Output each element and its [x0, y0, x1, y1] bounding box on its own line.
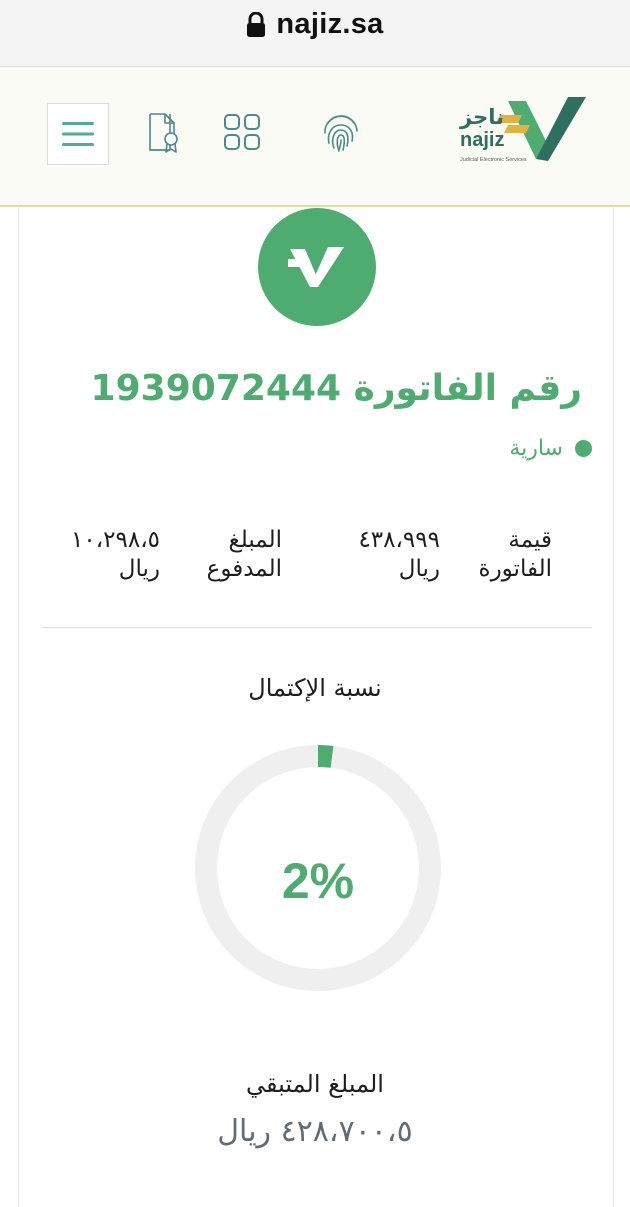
- grid-icon[interactable]: [223, 113, 261, 151]
- najiz-logo[interactable]: ناجز najiz Judicial Electronic Services: [456, 95, 592, 171]
- browser-url-bar[interactable]: najiz.sa: [0, 0, 630, 67]
- menu-button[interactable]: [47, 103, 109, 165]
- fingerprint-icon[interactable]: [322, 113, 360, 153]
- remaining-amount-value: ٤٢٨،٧٠٠،٥ ريال: [217, 1114, 413, 1149]
- paid-amount-label: المبلغ المدفوع: [206, 527, 282, 582]
- completion-percent: 2%: [281, 853, 355, 909]
- logo-latin-text: najiz: [460, 129, 505, 151]
- certificate-icon[interactable]: [146, 112, 180, 154]
- url-text: najiz.sa: [276, 8, 384, 40]
- logo-arabic-text: ناجز: [460, 105, 504, 129]
- paid-amount-value: ١٠،٢٩٨،٥ ريال: [71, 527, 160, 582]
- status-text: سارية: [509, 436, 563, 461]
- lock-icon: [247, 11, 266, 37]
- remaining-amount-label: المبلغ المتبقي: [246, 1070, 384, 1098]
- logo-tagline: Judicial Electronic Services: [460, 157, 527, 163]
- check-logo-icon: [288, 247, 344, 287]
- status-badge: [258, 208, 376, 326]
- menu-icon: [62, 122, 94, 146]
- divider: [42, 627, 592, 628]
- status-dot: [575, 440, 592, 457]
- completion-label: نسبة الإكتمال: [248, 674, 382, 702]
- invoice-number-title: رقم الفاتورة 1939072444: [90, 368, 582, 409]
- invoice-card: [18, 207, 614, 1207]
- app-header: ناجز najiz Judicial Electronic Services: [0, 67, 630, 207]
- invoice-value: ٤٣٨،٩٩٩ ريال: [358, 527, 440, 582]
- invoice-status: سارية: [509, 436, 592, 461]
- invoice-value-label: قيمة الفاتورة: [478, 527, 552, 582]
